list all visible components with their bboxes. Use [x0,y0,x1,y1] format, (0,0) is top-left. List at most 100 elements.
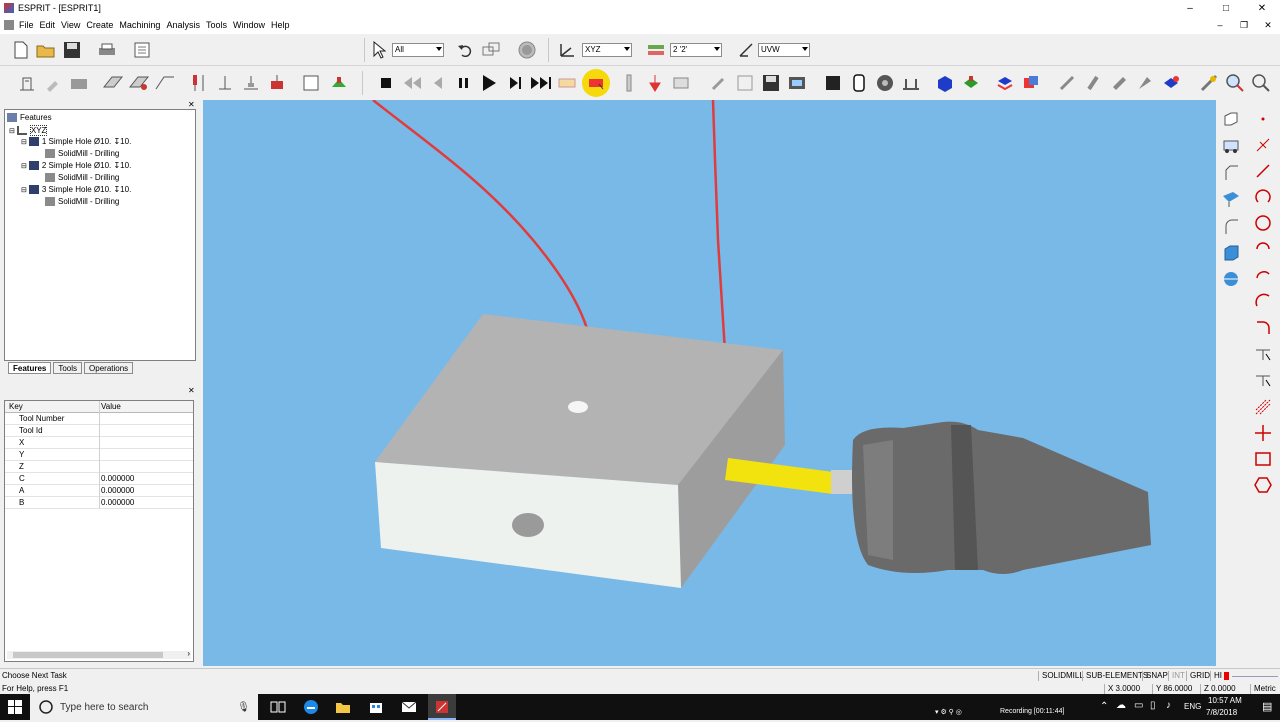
new-file-icon[interactable] [10,39,32,61]
workplane-select[interactable]: XYZ [582,43,632,57]
trim-icon[interactable] [1252,342,1274,364]
stock-icon[interactable] [68,72,90,94]
layer-icon[interactable] [645,39,667,61]
sim-run-to-icon[interactable] [556,72,578,94]
table-row[interactable]: B 0.000000 [5,497,193,509]
table-row[interactable]: Tool Number [5,413,193,425]
simulation-part-icon[interactable] [328,72,350,94]
stock-display-icon[interactable] [822,72,844,94]
layer-select[interactable]: 2 '2' [670,43,722,57]
tree-root-features[interactable]: Features [7,113,52,122]
save-icon[interactable] [61,39,83,61]
sim-pause-icon[interactable] [453,72,475,94]
menu-analysis[interactable]: Analysis [163,20,203,30]
table-row[interactable]: X [5,437,193,449]
tab-operations[interactable]: Operations [84,362,134,374]
clock-time[interactable]: 10:57 AM [1208,696,1242,705]
menu-edit[interactable]: Edit [37,20,59,30]
expand-icon[interactable]: ⊟ [9,127,15,135]
status-snap[interactable]: SNAP [1142,671,1171,681]
chamfer-icon[interactable] [1220,162,1242,184]
circle-icon[interactable] [1252,212,1274,234]
undo-icon[interactable] [454,39,476,61]
select-pointer-icon[interactable] [368,39,390,61]
uvw-axis-icon[interactable] [735,39,757,61]
menu-help[interactable]: Help [268,20,293,30]
part-icon[interactable] [102,72,124,94]
tool-change-icon[interactable] [266,72,288,94]
status-int[interactable]: INT [1168,671,1188,681]
transform-icon[interactable] [480,39,502,61]
arc-3pt-icon[interactable] [1252,264,1274,286]
notification-icon[interactable]: ▤ [1262,700,1272,713]
cross-lines-icon[interactable] [1252,422,1274,444]
scrollbar-thumb[interactable] [13,652,163,658]
graphics-viewport[interactable] [203,100,1216,666]
tree-item-hole-3[interactable]: ⊟ 3 Simple Hole Ø10. ↧10. [21,185,131,194]
sim-play-icon[interactable] [478,72,500,94]
status-solidmill[interactable]: SOLIDMILL [1038,671,1087,681]
mdi-close-button[interactable]: ✕ [1256,16,1280,34]
workplane-icon[interactable] [556,39,578,61]
battery-icon[interactable]: ▯ [1150,700,1156,711]
wifi-icon[interactable]: ▭ [1134,700,1143,711]
operation-icon[interactable] [300,72,322,94]
mail-icon[interactable] [401,699,417,715]
task-view-icon[interactable] [270,699,286,715]
volume-icon[interactable]: ♪ [1166,700,1171,711]
measure-icon[interactable] [1198,72,1220,94]
windows-start-icon[interactable] [8,700,22,716]
milling-tool-icon[interactable] [214,72,236,94]
taskbar-search-box[interactable]: Type here to search 🎙 [30,694,258,720]
edge-browser-icon[interactable] [303,699,319,715]
toolpath-arrow-icon[interactable] [644,72,666,94]
filter-select[interactable]: All [392,43,444,57]
expand-icon[interactable]: ⊟ [21,162,27,170]
print-icon[interactable] [96,39,118,61]
scroll-right-icon[interactable]: › [187,649,190,658]
fillet-curve-icon[interactable] [1252,316,1274,338]
machine-view-icon[interactable] [786,72,808,94]
tray-overflow-icon[interactable]: ⌃ [1100,701,1108,712]
sim-step-forward-icon[interactable] [504,72,526,94]
view-box-icon[interactable] [1220,108,1242,130]
line-edit-icon[interactable] [1252,134,1274,156]
tree-item-drilling-3[interactable]: SolidMill - Drilling [45,197,119,206]
rectangle-icon[interactable] [1252,448,1274,470]
tool-3-icon[interactable] [1108,72,1130,94]
sim-tool-icon[interactable] [708,72,730,94]
esprit-taskbar-icon[interactable] [428,694,456,720]
cylinder-stock-icon[interactable] [848,72,870,94]
tool-4-icon[interactable] [1134,72,1156,94]
sim-settings-icon[interactable] [670,72,692,94]
table-row[interactable]: C 0.000000 [5,473,193,485]
expand-icon[interactable]: ⊟ [21,138,27,146]
minimize-button[interactable]: – [1172,0,1208,16]
table-row[interactable]: A 0.000000 [5,485,193,497]
tree-item-drilling-2[interactable]: SolidMill - Drilling [45,173,119,182]
solid-view-icon[interactable] [1160,72,1182,94]
expand-icon[interactable]: ⊟ [21,186,27,194]
shaded-solid-icon[interactable] [934,72,956,94]
menu-window[interactable]: Window [230,20,268,30]
drill-tool-icon[interactable] [188,72,210,94]
menu-machining[interactable]: Machining [116,20,163,30]
stop-circle-icon[interactable] [516,39,538,61]
arc-icon[interactable] [1252,186,1274,208]
status-subelements[interactable]: SUB-ELEMENTS [1082,671,1151,681]
tree-node-xyz[interactable]: ⊟ XYZ [9,125,48,136]
properties-close-icon[interactable]: ✕ [188,386,195,395]
mdi-minimize-button[interactable]: – [1208,16,1232,34]
hatch-icon[interactable] [1252,396,1274,418]
features-close-icon[interactable]: ✕ [188,100,195,109]
tab-tools[interactable]: Tools [53,362,83,374]
chuck-icon[interactable] [874,72,896,94]
machine-setup-icon[interactable] [16,72,38,94]
fixture-icon[interactable] [154,72,176,94]
maximize-button[interactable]: □ [1208,0,1244,16]
tree-item-drilling-1[interactable]: SolidMill - Drilling [45,149,119,158]
solid-green-icon[interactable] [960,72,982,94]
rotate-view-icon[interactable] [1220,134,1242,156]
menu-file[interactable]: File [16,20,37,30]
uvw-select[interactable]: UVW [758,43,810,57]
